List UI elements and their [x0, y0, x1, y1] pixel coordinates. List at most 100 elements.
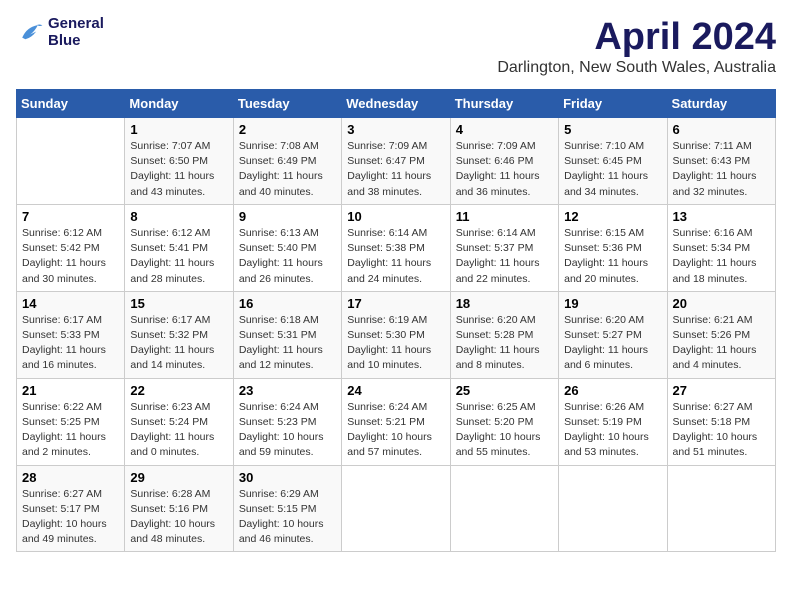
day-number: 14: [22, 296, 119, 311]
day-info: Sunrise: 6:20 AMSunset: 5:27 PMDaylight:…: [564, 313, 661, 374]
month-title: April 2024: [497, 16, 776, 59]
day-info: Sunrise: 6:27 AMSunset: 5:17 PMDaylight:…: [22, 487, 119, 548]
day-header-saturday: Saturday: [667, 90, 775, 118]
day-info: Sunrise: 7:08 AMSunset: 6:49 PMDaylight:…: [239, 139, 336, 200]
day-cell: 7Sunrise: 6:12 AMSunset: 5:42 PMDaylight…: [17, 204, 125, 291]
day-number: 1: [130, 122, 227, 137]
day-number: 7: [22, 209, 119, 224]
day-info: Sunrise: 6:24 AMSunset: 5:23 PMDaylight:…: [239, 400, 336, 461]
week-row-1: 1 Sunrise: 7:07 AMSunset: 6:50 PMDaylight…: [17, 118, 776, 205]
day-number: 30: [239, 470, 336, 485]
page-header: General Blue April 2024 Darlington, New …: [16, 16, 776, 77]
day-info: Sunrise: 6:17 AMSunset: 5:33 PMDaylight:…: [22, 313, 119, 374]
day-header-monday: Monday: [125, 90, 233, 118]
day-cell: 28 Sunrise: 6:27 AMSunset: 5:17 PMDayligh…: [17, 465, 125, 552]
day-cell: 16Sunrise: 6:18 AMSunset: 5:31 PMDayligh…: [233, 291, 341, 378]
day-number: 27: [673, 383, 770, 398]
day-info: Sunrise: 6:15 AMSunset: 5:36 PMDaylight:…: [564, 226, 661, 287]
day-number: 16: [239, 296, 336, 311]
day-cell: 22Sunrise: 6:23 AMSunset: 5:24 PMDayligh…: [125, 378, 233, 465]
day-cell: 23 Sunrise: 6:24 AMSunset: 5:23 PMDayligh…: [233, 378, 341, 465]
day-info: Sunrise: 6:22 AMSunset: 5:25 PMDaylight:…: [22, 400, 119, 461]
day-number: 20: [673, 296, 770, 311]
day-cell: 2 Sunrise: 7:08 AMSunset: 6:49 PMDaylight…: [233, 118, 341, 205]
day-info: Sunrise: 6:29 AMSunset: 5:15 PMDaylight:…: [239, 487, 336, 548]
day-info: Sunrise: 6:14 AMSunset: 5:37 PMDaylight:…: [456, 226, 553, 287]
day-info: Sunrise: 7:11 AMSunset: 6:43 PMDaylight:…: [673, 139, 770, 200]
day-cell: [667, 465, 775, 552]
logo-text: General Blue: [48, 16, 104, 49]
day-number: 17: [347, 296, 444, 311]
day-number: 18: [456, 296, 553, 311]
day-cell: 5Sunrise: 7:10 AMSunset: 6:45 PMDaylight…: [559, 118, 667, 205]
week-row-2: 7Sunrise: 6:12 AMSunset: 5:42 PMDaylight…: [17, 204, 776, 291]
calendar-table: SundayMondayTuesdayWednesdayThursdayFrid…: [16, 89, 776, 552]
day-cell: [342, 465, 450, 552]
day-number: 5: [564, 122, 661, 137]
day-info: Sunrise: 6:12 AMSunset: 5:41 PMDaylight:…: [130, 226, 227, 287]
day-number: 21: [22, 383, 119, 398]
day-number: 12: [564, 209, 661, 224]
day-header-wednesday: Wednesday: [342, 90, 450, 118]
day-info: Sunrise: 6:21 AMSunset: 5:26 PMDaylight:…: [673, 313, 770, 374]
day-cell: 27 Sunrise: 6:27 AMSunset: 5:18 PMDayligh…: [667, 378, 775, 465]
day-cell: 20 Sunrise: 6:21 AMSunset: 5:26 PMDayligh…: [667, 291, 775, 378]
day-info: Sunrise: 6:25 AMSunset: 5:20 PMDaylight:…: [456, 400, 553, 461]
day-info: Sunrise: 7:09 AMSunset: 6:47 PMDaylight:…: [347, 139, 444, 200]
day-number: 8: [130, 209, 227, 224]
logo-bird-icon: [16, 19, 44, 47]
day-info: Sunrise: 6:24 AMSunset: 5:21 PMDaylight:…: [347, 400, 444, 461]
day-cell: 30 Sunrise: 6:29 AMSunset: 5:15 PMDayligh…: [233, 465, 341, 552]
day-cell: 6 Sunrise: 7:11 AMSunset: 6:43 PMDaylight…: [667, 118, 775, 205]
day-cell: 24Sunrise: 6:24 AMSunset: 5:21 PMDayligh…: [342, 378, 450, 465]
day-number: 23: [239, 383, 336, 398]
day-cell: [559, 465, 667, 552]
day-info: Sunrise: 6:17 AMSunset: 5:32 PMDaylight:…: [130, 313, 227, 374]
day-cell: 9Sunrise: 6:13 AMSunset: 5:40 PMDaylight…: [233, 204, 341, 291]
day-number: 2: [239, 122, 336, 137]
day-info: Sunrise: 7:07 AMSunset: 6:50 PMDaylight:…: [130, 139, 227, 200]
day-number: 28: [22, 470, 119, 485]
day-cell: 4 Sunrise: 7:09 AMSunset: 6:46 PMDaylight…: [450, 118, 558, 205]
day-cell: [450, 465, 558, 552]
day-number: 15: [130, 296, 227, 311]
day-number: 6: [673, 122, 770, 137]
day-header-thursday: Thursday: [450, 90, 558, 118]
day-cell: 17 Sunrise: 6:19 AMSunset: 5:30 PMDayligh…: [342, 291, 450, 378]
day-info: Sunrise: 6:27 AMSunset: 5:18 PMDaylight:…: [673, 400, 770, 461]
header-row: SundayMondayTuesdayWednesdayThursdayFrid…: [17, 90, 776, 118]
day-info: Sunrise: 6:16 AMSunset: 5:34 PMDaylight:…: [673, 226, 770, 287]
day-info: Sunrise: 6:19 AMSunset: 5:30 PMDaylight:…: [347, 313, 444, 374]
day-cell: 18 Sunrise: 6:20 AMSunset: 5:28 PMDayligh…: [450, 291, 558, 378]
day-cell: 1 Sunrise: 7:07 AMSunset: 6:50 PMDaylight…: [125, 118, 233, 205]
day-info: Sunrise: 7:09 AMSunset: 6:46 PMDaylight:…: [456, 139, 553, 200]
day-cell: 19Sunrise: 6:20 AMSunset: 5:27 PMDayligh…: [559, 291, 667, 378]
day-header-friday: Friday: [559, 90, 667, 118]
day-cell: 8 Sunrise: 6:12 AMSunset: 5:41 PMDaylight…: [125, 204, 233, 291]
location-subtitle: Darlington, New South Wales, Australia: [497, 59, 776, 77]
day-number: 4: [456, 122, 553, 137]
day-cell: 15 Sunrise: 6:17 AMSunset: 5:32 PMDayligh…: [125, 291, 233, 378]
day-number: 3: [347, 122, 444, 137]
day-cell: 13 Sunrise: 6:16 AMSunset: 5:34 PMDayligh…: [667, 204, 775, 291]
day-number: 13: [673, 209, 770, 224]
day-cell: 26Sunrise: 6:26 AMSunset: 5:19 PMDayligh…: [559, 378, 667, 465]
day-info: Sunrise: 6:28 AMSunset: 5:16 PMDaylight:…: [130, 487, 227, 548]
day-cell: 10 Sunrise: 6:14 AMSunset: 5:38 PMDayligh…: [342, 204, 450, 291]
day-header-tuesday: Tuesday: [233, 90, 341, 118]
day-cell: 25 Sunrise: 6:25 AMSunset: 5:20 PMDayligh…: [450, 378, 558, 465]
day-number: 9: [239, 209, 336, 224]
day-info: Sunrise: 6:20 AMSunset: 5:28 PMDaylight:…: [456, 313, 553, 374]
day-info: Sunrise: 6:14 AMSunset: 5:38 PMDaylight:…: [347, 226, 444, 287]
day-number: 26: [564, 383, 661, 398]
title-block: April 2024 Darlington, New South Wales, …: [497, 16, 776, 77]
day-number: 25: [456, 383, 553, 398]
logo: General Blue: [16, 16, 104, 49]
day-cell: 3 Sunrise: 7:09 AMSunset: 6:47 PMDaylight…: [342, 118, 450, 205]
day-header-sunday: Sunday: [17, 90, 125, 118]
week-row-3: 14 Sunrise: 6:17 AMSunset: 5:33 PMDayligh…: [17, 291, 776, 378]
day-cell: [17, 118, 125, 205]
day-cell: 21 Sunrise: 6:22 AMSunset: 5:25 PMDayligh…: [17, 378, 125, 465]
day-cell: 12 Sunrise: 6:15 AMSunset: 5:36 PMDayligh…: [559, 204, 667, 291]
day-number: 10: [347, 209, 444, 224]
